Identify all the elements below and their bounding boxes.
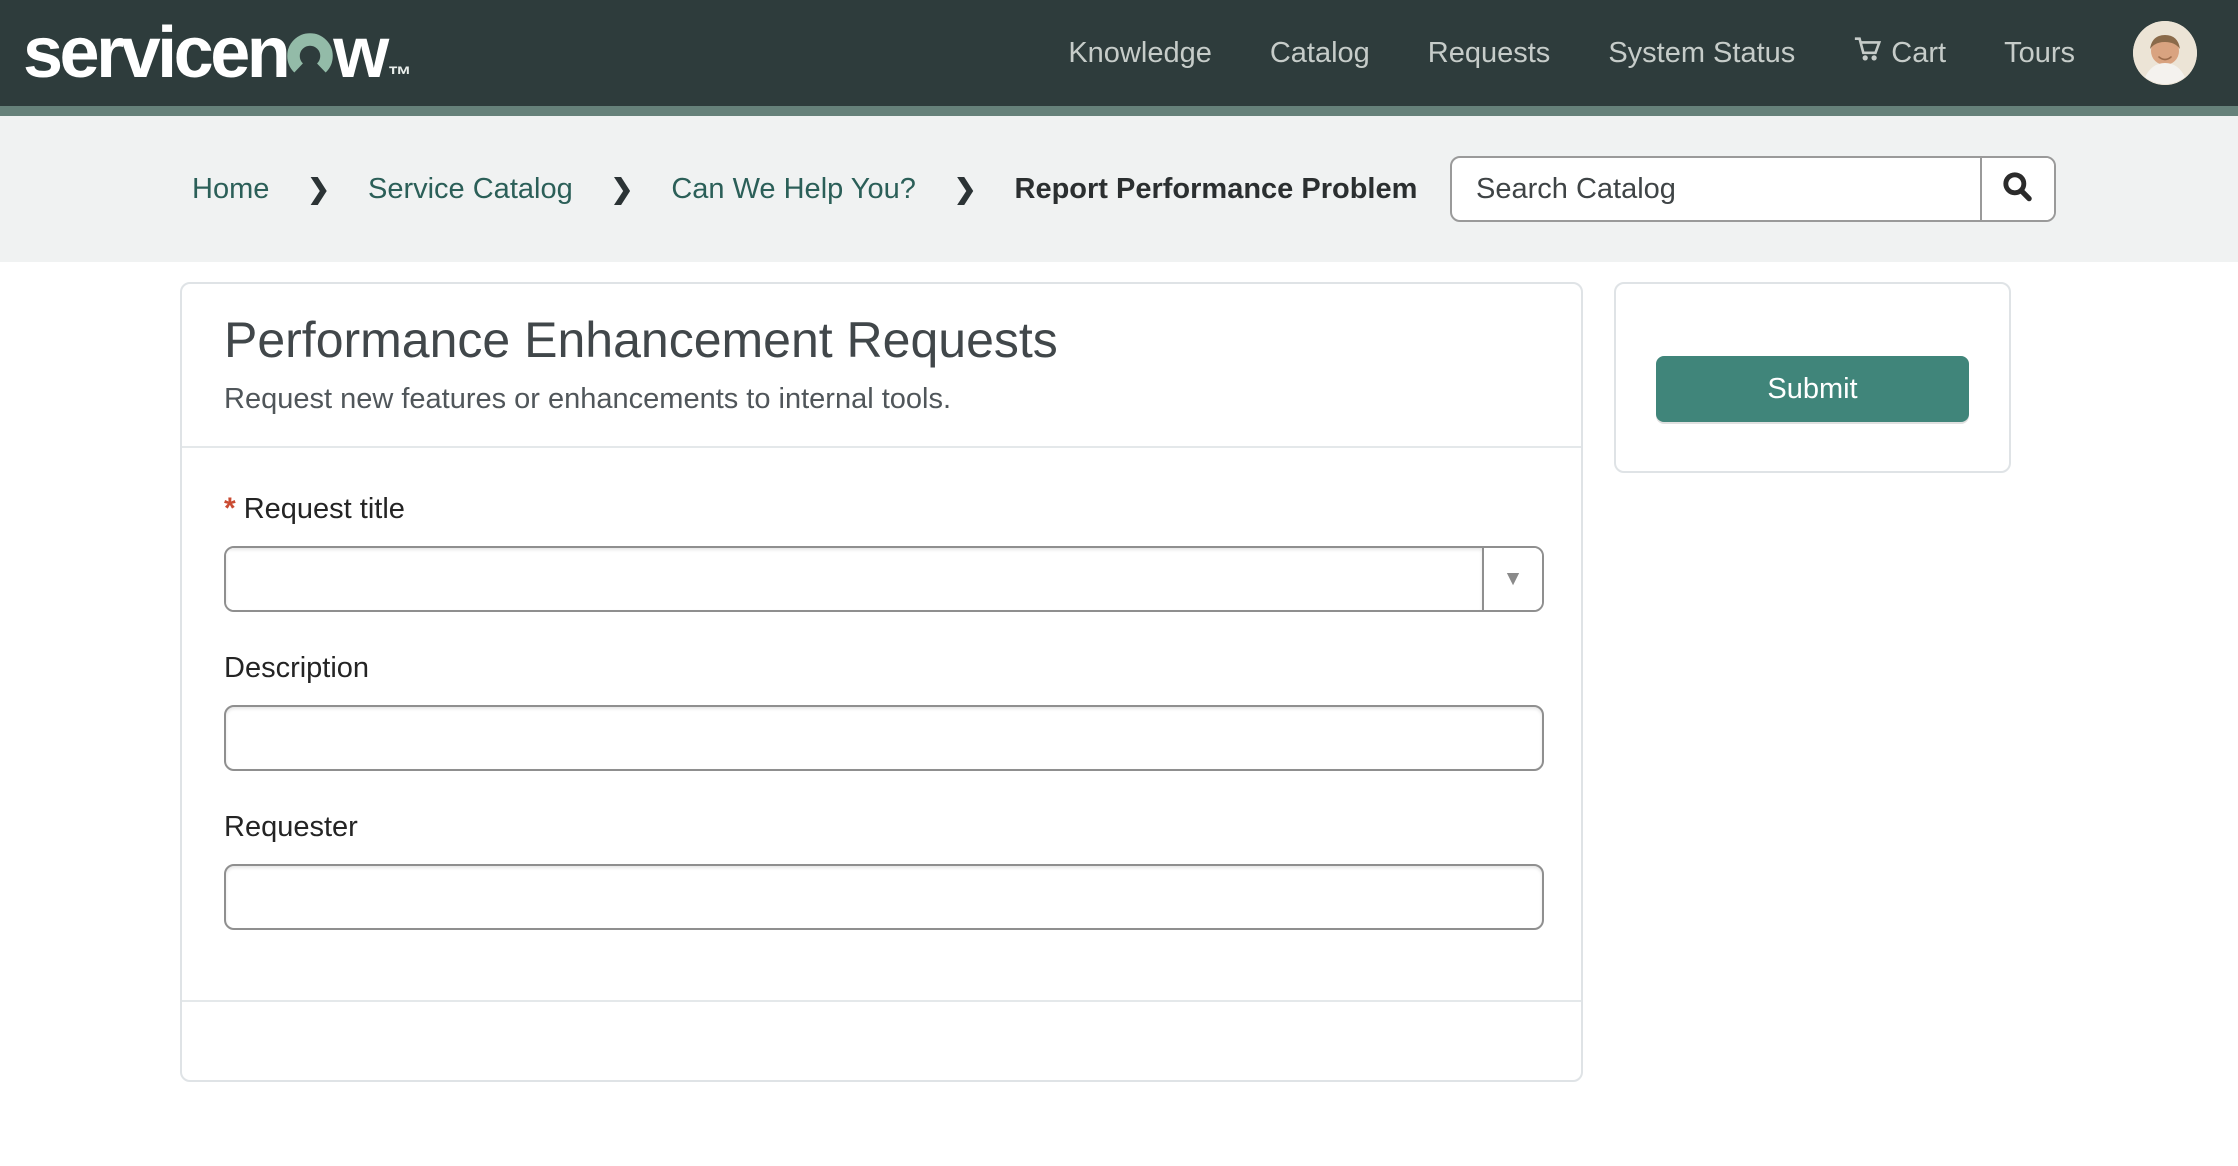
nav-item-system-status[interactable]: System Status — [1608, 37, 1795, 70]
nav-item-requests[interactable]: Requests — [1428, 37, 1551, 70]
catalog-item-form: * Request title ▼ Description Re — [182, 448, 1581, 1000]
request-title-input[interactable] — [226, 548, 1482, 610]
nav-item-knowledge[interactable]: Knowledge — [1068, 37, 1212, 70]
nav-label: Cart — [1891, 37, 1946, 70]
main-content: Performance Enhancement Requests Request… — [0, 262, 2238, 1082]
nav-label: Requests — [1428, 37, 1551, 70]
servicenow-logo[interactable]: servicen w™ — [23, 17, 410, 89]
field-requester: Requester — [224, 811, 1539, 930]
page-title: Performance Enhancement Requests — [224, 308, 1539, 373]
cart-icon — [1853, 34, 1883, 72]
field-description: Description — [224, 652, 1539, 771]
breadcrumb-bar: Home ❯ Service Catalog ❯ Can We Help You… — [0, 116, 2238, 262]
chevron-right-icon: ❯ — [611, 174, 634, 205]
nav-item-catalog[interactable]: Catalog — [1270, 37, 1370, 70]
field-label-text: Description — [224, 652, 369, 685]
top-nav: servicen w™ Knowledge Catalog Requests Sy… — [0, 0, 2238, 106]
breadcrumb: Home ❯ Service Catalog ❯ Can We Help You… — [192, 173, 1417, 206]
requester-input[interactable] — [224, 864, 1544, 930]
logo-text-left: servicen — [23, 17, 287, 89]
nav-item-tours[interactable]: Tours — [2004, 37, 2075, 70]
breadcrumb-link-home[interactable]: Home — [192, 173, 269, 206]
field-label: Description — [224, 652, 1539, 685]
chevron-right-icon: ❯ — [954, 174, 977, 205]
search-button[interactable] — [1980, 158, 2054, 220]
catalog-search — [1450, 156, 2056, 222]
search-input[interactable] — [1452, 158, 1980, 220]
field-label-text: Requester — [224, 811, 358, 844]
nav-label: System Status — [1608, 37, 1795, 70]
page-subtitle: Request new features or enhancements to … — [224, 383, 1539, 416]
breadcrumb-current-page: Report Performance Problem — [1015, 173, 1418, 206]
nav-label: Catalog — [1270, 37, 1370, 70]
trademark-symbol: ™ — [388, 64, 412, 88]
search-icon — [2000, 170, 2036, 209]
servicenow-ring-icon — [287, 19, 333, 91]
required-marker: * — [224, 492, 236, 526]
description-input[interactable] — [224, 705, 1544, 771]
nav-label: Tours — [2004, 37, 2075, 70]
submit-button[interactable]: Submit — [1656, 356, 1969, 422]
catalog-item-header: Performance Enhancement Requests Request… — [182, 284, 1581, 446]
field-label-text: Request title — [244, 493, 405, 526]
request-title-dropdown-button[interactable]: ▼ — [1482, 548, 1542, 610]
request-title-combo: ▼ — [224, 546, 1544, 612]
nav-label: Knowledge — [1068, 37, 1212, 70]
field-request-title: * Request title ▼ — [224, 492, 1539, 612]
header-accent-strip — [0, 106, 2238, 116]
nav-menu: Knowledge Catalog Requests System Status… — [1068, 34, 2075, 72]
nav-item-cart[interactable]: Cart — [1853, 34, 1946, 72]
catalog-item-footer — [182, 1000, 1581, 1080]
catalog-item-card: Performance Enhancement Requests Request… — [180, 282, 1583, 1082]
breadcrumb-link-can-we-help-you[interactable]: Can We Help You? — [671, 173, 916, 206]
chevron-right-icon: ❯ — [307, 174, 330, 205]
dropdown-arrow-icon: ▼ — [1503, 567, 1524, 591]
logo-text-right: w — [333, 17, 386, 89]
field-label: Requester — [224, 811, 1539, 844]
field-label: * Request title — [224, 492, 1539, 526]
breadcrumb-link-service-catalog[interactable]: Service Catalog — [368, 173, 573, 206]
submit-card: Submit — [1614, 282, 2011, 473]
user-avatar[interactable] — [2133, 21, 2197, 85]
